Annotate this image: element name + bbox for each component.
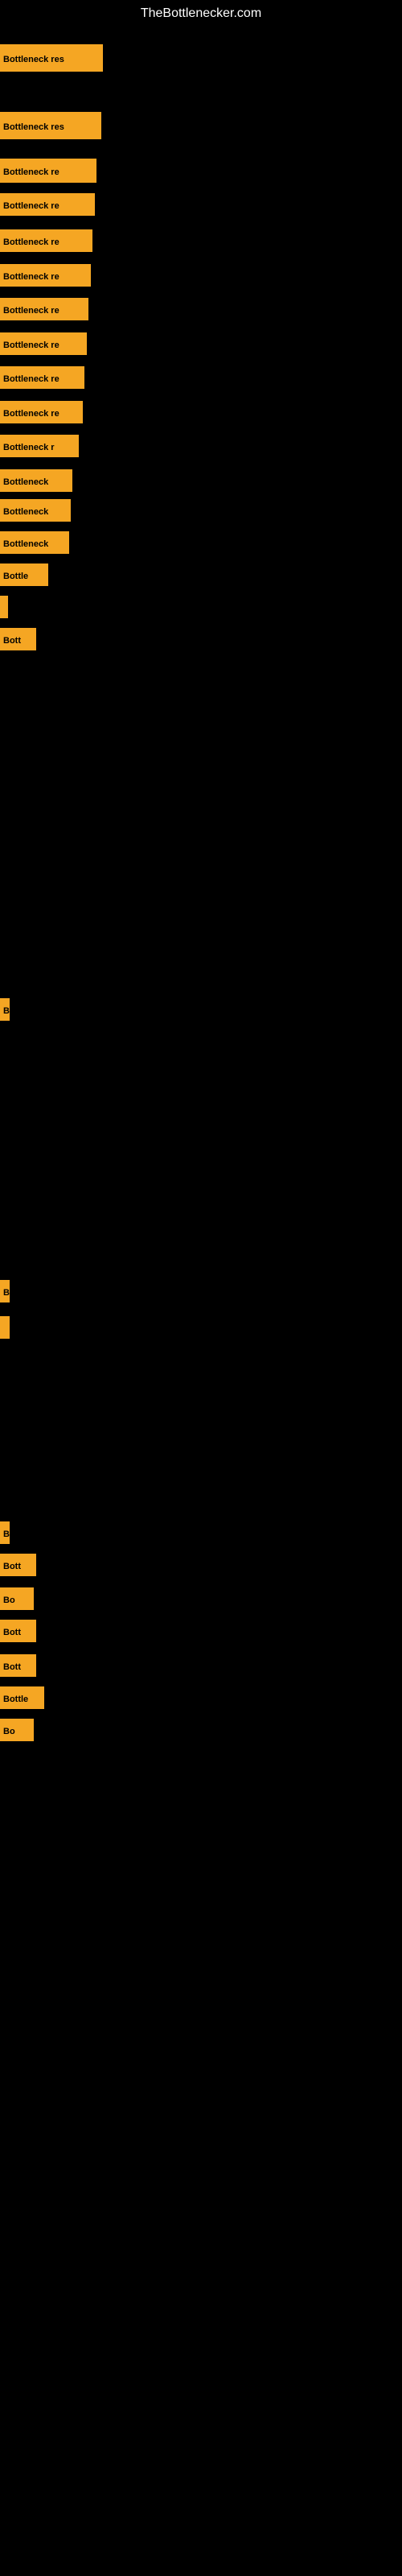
bar-item-6: Bottleneck re: [0, 298, 88, 320]
bar-item-13: Bottleneck: [0, 531, 69, 554]
bar-item-8: Bottleneck re: [0, 366, 84, 389]
bar-item-9: Bottleneck re: [0, 401, 83, 423]
bar-item-15: [0, 596, 8, 618]
bar-item-0: Bottleneck res: [0, 44, 103, 72]
bar-item-19: [0, 1316, 10, 1339]
bar-label-24: Bott: [0, 1654, 36, 1677]
bar-label-10: Bottleneck r: [0, 435, 79, 457]
bar-label-21: Bott: [0, 1554, 36, 1576]
bar-item-3: Bottleneck re: [0, 193, 95, 216]
bar-item-4: Bottleneck re: [0, 229, 92, 252]
bar-label-14: Bottle: [0, 564, 48, 586]
bar-item-2: Bottleneck re: [0, 159, 96, 183]
bar-item-22: Bo: [0, 1587, 34, 1610]
bar-item-14: Bottle: [0, 564, 48, 586]
bar-item-7: Bottleneck re: [0, 332, 87, 355]
bar-item-18: B: [0, 1280, 10, 1302]
bar-label-3: Bottleneck re: [0, 193, 95, 216]
bar-label-19: [0, 1316, 10, 1339]
bar-label-6: Bottleneck re: [0, 298, 88, 320]
site-title: TheBottlenecker.com: [0, 0, 402, 27]
bar-label-8: Bottleneck re: [0, 366, 84, 389]
bar-label-11: Bottleneck: [0, 469, 72, 492]
bar-label-23: Bott: [0, 1620, 36, 1642]
bar-item-1: Bottleneck res: [0, 112, 101, 139]
bar-item-12: Bottleneck: [0, 499, 71, 522]
bar-label-7: Bottleneck re: [0, 332, 87, 355]
bar-label-2: Bottleneck re: [0, 159, 96, 183]
bar-item-25: Bottle: [0, 1686, 44, 1709]
bar-item-16: Bott: [0, 628, 36, 650]
bar-label-0: Bottleneck res: [0, 44, 103, 72]
bar-item-26: Bo: [0, 1719, 34, 1741]
bar-item-20: B: [0, 1521, 10, 1544]
bar-label-22: Bo: [0, 1587, 34, 1610]
bar-item-17: B: [0, 998, 10, 1021]
bar-item-24: Bott: [0, 1654, 36, 1677]
bar-label-15: [0, 596, 8, 618]
bar-label-16: Bott: [0, 628, 36, 650]
bar-item-21: Bott: [0, 1554, 36, 1576]
bar-label-25: Bottle: [0, 1686, 44, 1709]
bar-label-18: B: [0, 1280, 10, 1302]
bar-item-11: Bottleneck: [0, 469, 72, 492]
bar-item-10: Bottleneck r: [0, 435, 79, 457]
bar-label-1: Bottleneck res: [0, 112, 101, 139]
bar-label-17: B: [0, 998, 10, 1021]
bar-label-12: Bottleneck: [0, 499, 71, 522]
bar-item-5: Bottleneck re: [0, 264, 91, 287]
bar-label-5: Bottleneck re: [0, 264, 91, 287]
bar-label-20: B: [0, 1521, 10, 1544]
bar-item-23: Bott: [0, 1620, 36, 1642]
bar-label-26: Bo: [0, 1719, 34, 1741]
bar-label-13: Bottleneck: [0, 531, 69, 554]
bar-label-4: Bottleneck re: [0, 229, 92, 252]
bar-label-9: Bottleneck re: [0, 401, 83, 423]
